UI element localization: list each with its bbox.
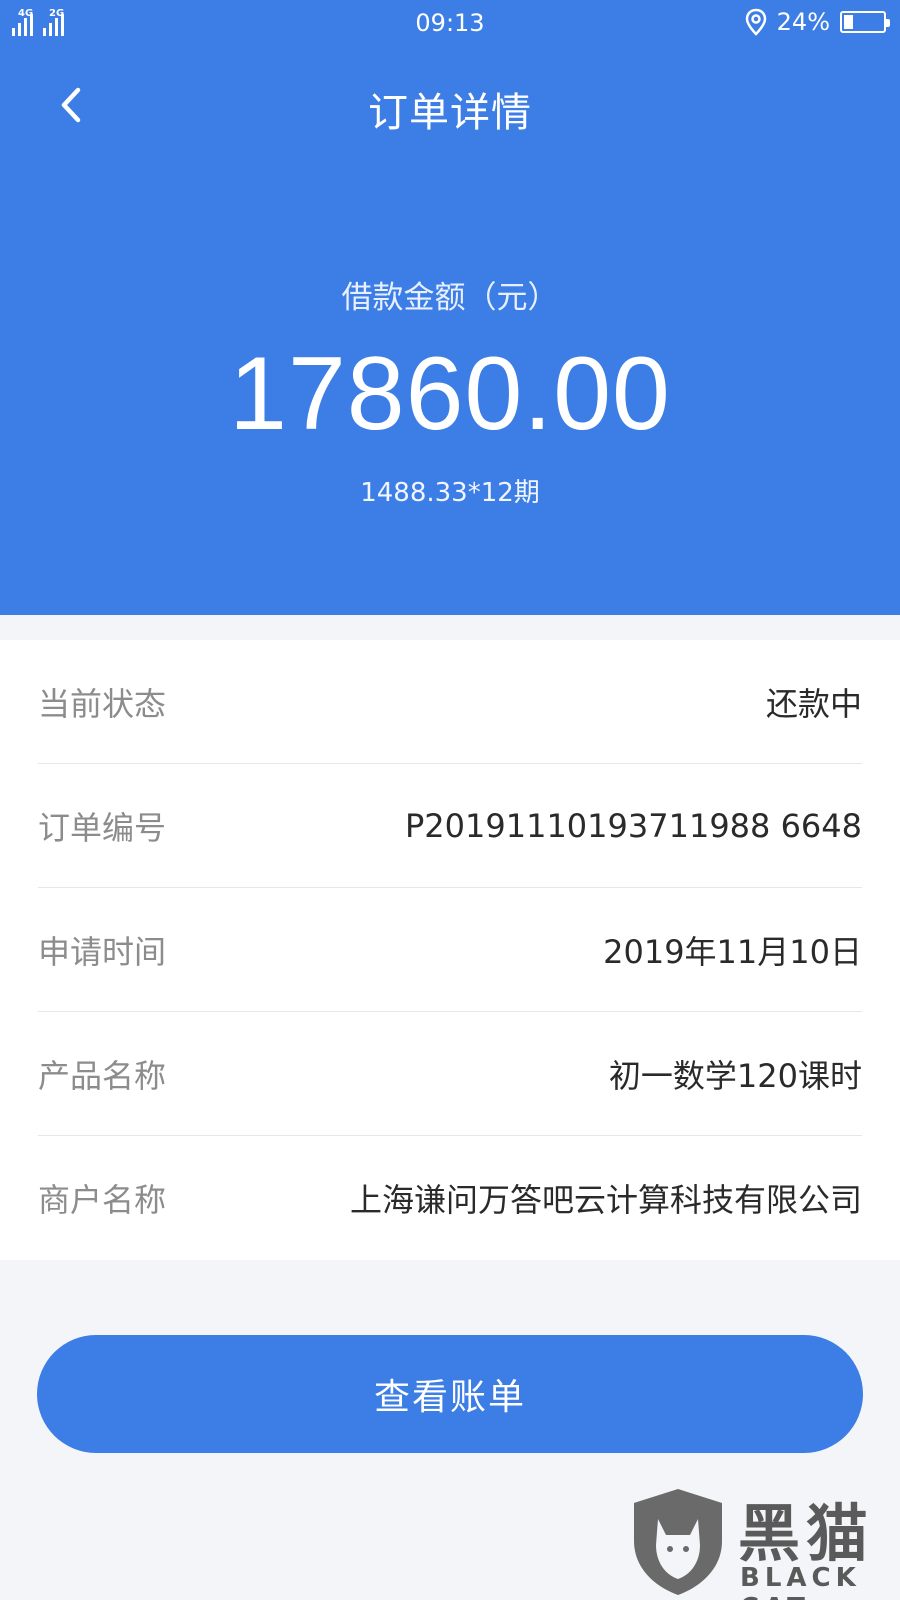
- detail-row-status: 当前状态 还款中: [38, 640, 862, 764]
- watermark-title: 黑猫: [738, 1497, 875, 1570]
- watermark-subtitle: BLACK CAT: [740, 1563, 861, 1600]
- detail-label: 订单编号: [38, 808, 167, 847]
- location-icon: [745, 8, 766, 36]
- detail-row-product-name: 产品名称 初一数学120课时: [38, 1012, 862, 1136]
- watermark: 黑猫 BLACK CAT: [628, 1483, 898, 1600]
- detail-label: 当前状态: [38, 684, 167, 723]
- detail-row-order-number: 订单编号 P20191110193711988 6648: [38, 764, 862, 888]
- installment-plan: 1488.33*12期: [360, 478, 540, 508]
- amount-label: 借款金额（元）: [341, 280, 559, 316]
- page-title: 订单详情: [368, 90, 532, 136]
- detail-value: P20191110193711988 6648: [404, 806, 862, 845]
- status-bar: 4G 2G 09:13 24%: [0, 0, 900, 46]
- battery-icon: [840, 11, 890, 33]
- detail-value: 上海谦问万答吧云计算科技有限公司: [349, 1181, 862, 1219]
- loan-amount: 17860.00: [229, 336, 671, 452]
- order-details-card: 当前状态 还款中 订单编号 P20191110193711988 6648 申请…: [0, 640, 900, 1260]
- detail-row-merchant-name: 商户名称 上海谦问万答吧云计算科技有限公司: [38, 1136, 862, 1260]
- detail-row-apply-time: 申请时间 2019年11月10日: [38, 888, 862, 1012]
- detail-value: 初一数学120课时: [608, 1056, 862, 1095]
- detail-label: 产品名称: [38, 1056, 167, 1095]
- battery-percent: 24%: [776, 8, 830, 36]
- detail-value: 2019年11月10日: [603, 932, 862, 971]
- header-banner: 4G 2G 09:13 24% 订单详情 借款金额（元） 17860.00 14…: [0, 0, 900, 615]
- detail-label: 申请时间: [38, 932, 167, 971]
- cat-shield-icon: [634, 1489, 722, 1595]
- navigation-bar: 订单详情: [0, 70, 900, 140]
- view-bill-button[interactable]: 查看账单: [37, 1335, 863, 1453]
- detail-value: 还款中: [765, 684, 862, 723]
- detail-label: 商户名称: [38, 1181, 167, 1219]
